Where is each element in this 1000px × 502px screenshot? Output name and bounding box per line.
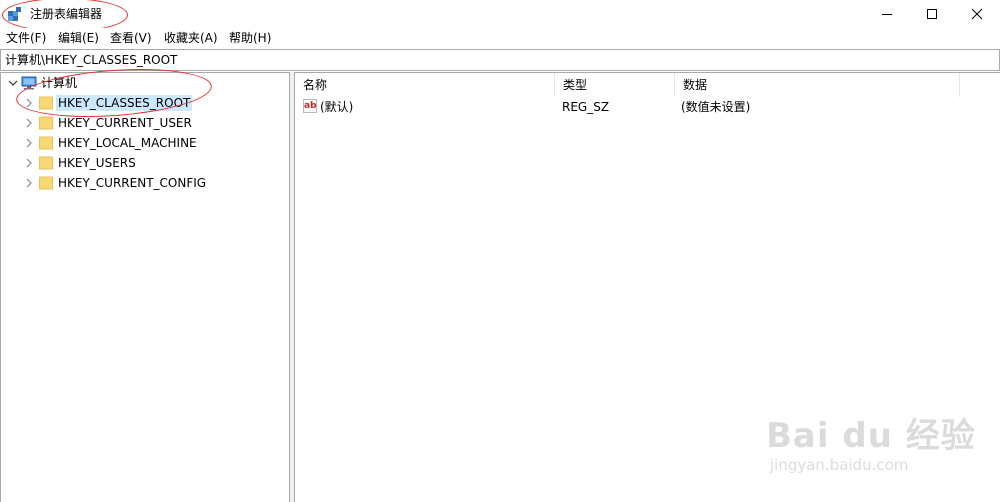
column-header-data-label: 数据: [683, 78, 708, 92]
maximize-button[interactable]: [909, 0, 955, 28]
chevron-right-icon[interactable]: [24, 137, 34, 149]
registry-app-icon: [8, 7, 21, 21]
column-header-type-label: 类型: [563, 78, 588, 92]
tree-pane[interactable]: 计算机 HKEY_CLASSES_ROOT HKEY_CURRENT_USER …: [0, 72, 290, 502]
menu-file[interactable]: 文件(F): [6, 30, 46, 46]
chevron-right-icon[interactable]: [24, 97, 34, 109]
column-header-name-label: 名称: [303, 78, 328, 92]
minimize-icon: [882, 14, 892, 15]
menu-help[interactable]: 帮助(H): [229, 30, 271, 46]
folder-icon: [39, 176, 53, 190]
column-header-data[interactable]: 数据: [675, 73, 960, 97]
tree-label-computer: 计算机: [41, 76, 78, 90]
ab-icon: ab: [303, 99, 317, 113]
title-bar: 注册表编辑器: [0, 0, 1000, 32]
folder-icon: [39, 116, 53, 130]
column-header-name[interactable]: 名称: [295, 73, 555, 97]
tree-label-hkey-users: HKEY_USERS: [58, 156, 136, 170]
menu-bar: 文件(F) 编辑(E) 查看(V) 收藏夹(A) 帮助(H): [0, 28, 1000, 48]
tree-label-hkey-current-config: HKEY_CURRENT_CONFIG: [58, 176, 207, 190]
column-header-type[interactable]: 类型: [555, 73, 675, 97]
folder-icon: [39, 96, 53, 110]
tree-item-hkey-users[interactable]: HKEY_USERS: [1, 153, 289, 173]
maximize-icon: [927, 9, 937, 19]
chevron-right-icon[interactable]: [24, 177, 34, 189]
list-item[interactable]: ab (默认) REG_SZ (数值未设置): [295, 97, 955, 117]
window-title: 注册表编辑器: [30, 7, 103, 21]
tree-label-hkey-current-user: HKEY_CURRENT_USER: [58, 116, 192, 130]
tree-item-hkey-current-user[interactable]: HKEY_CURRENT_USER: [1, 113, 289, 133]
address-path: 计算机\HKEY_CLASSES_ROOT: [5, 53, 178, 67]
menu-view[interactable]: 查看(V): [110, 30, 152, 46]
folder-icon: [39, 136, 53, 150]
tree-label-hkey-local-machine: HKEY_LOCAL_MACHINE: [58, 136, 197, 150]
minimize-button[interactable]: [864, 0, 910, 28]
chevron-right-icon[interactable]: [24, 117, 34, 129]
close-icon: [971, 8, 983, 20]
tree-label-hkey-classes-root: HKEY_CLASSES_ROOT: [56, 95, 193, 111]
address-bar[interactable]: 计算机\HKEY_CLASSES_ROOT: [0, 49, 1000, 71]
value-data: (数值未设置): [681, 100, 751, 114]
tree-item-computer[interactable]: 计算机: [1, 73, 289, 93]
close-button[interactable]: [954, 0, 1000, 28]
chevron-right-icon[interactable]: [24, 157, 34, 169]
computer-icon: [21, 76, 37, 90]
folder-icon: [39, 156, 53, 170]
chevron-down-icon[interactable]: [8, 77, 18, 89]
values-list-pane[interactable]: 名称 类型 数据 ab (默认) REG_SZ (数值未设置): [294, 72, 1000, 502]
tree-item-hkey-local-machine[interactable]: HKEY_LOCAL_MACHINE: [1, 133, 289, 153]
tree-item-hkey-current-config[interactable]: HKEY_CURRENT_CONFIG: [1, 173, 289, 193]
menu-favorites[interactable]: 收藏夹(A): [164, 30, 218, 46]
value-name: (默认): [320, 100, 354, 114]
tree-item-hkey-classes-root[interactable]: HKEY_CLASSES_ROOT: [1, 93, 289, 113]
value-type: REG_SZ: [562, 100, 610, 114]
menu-edit[interactable]: 编辑(E): [58, 30, 99, 46]
